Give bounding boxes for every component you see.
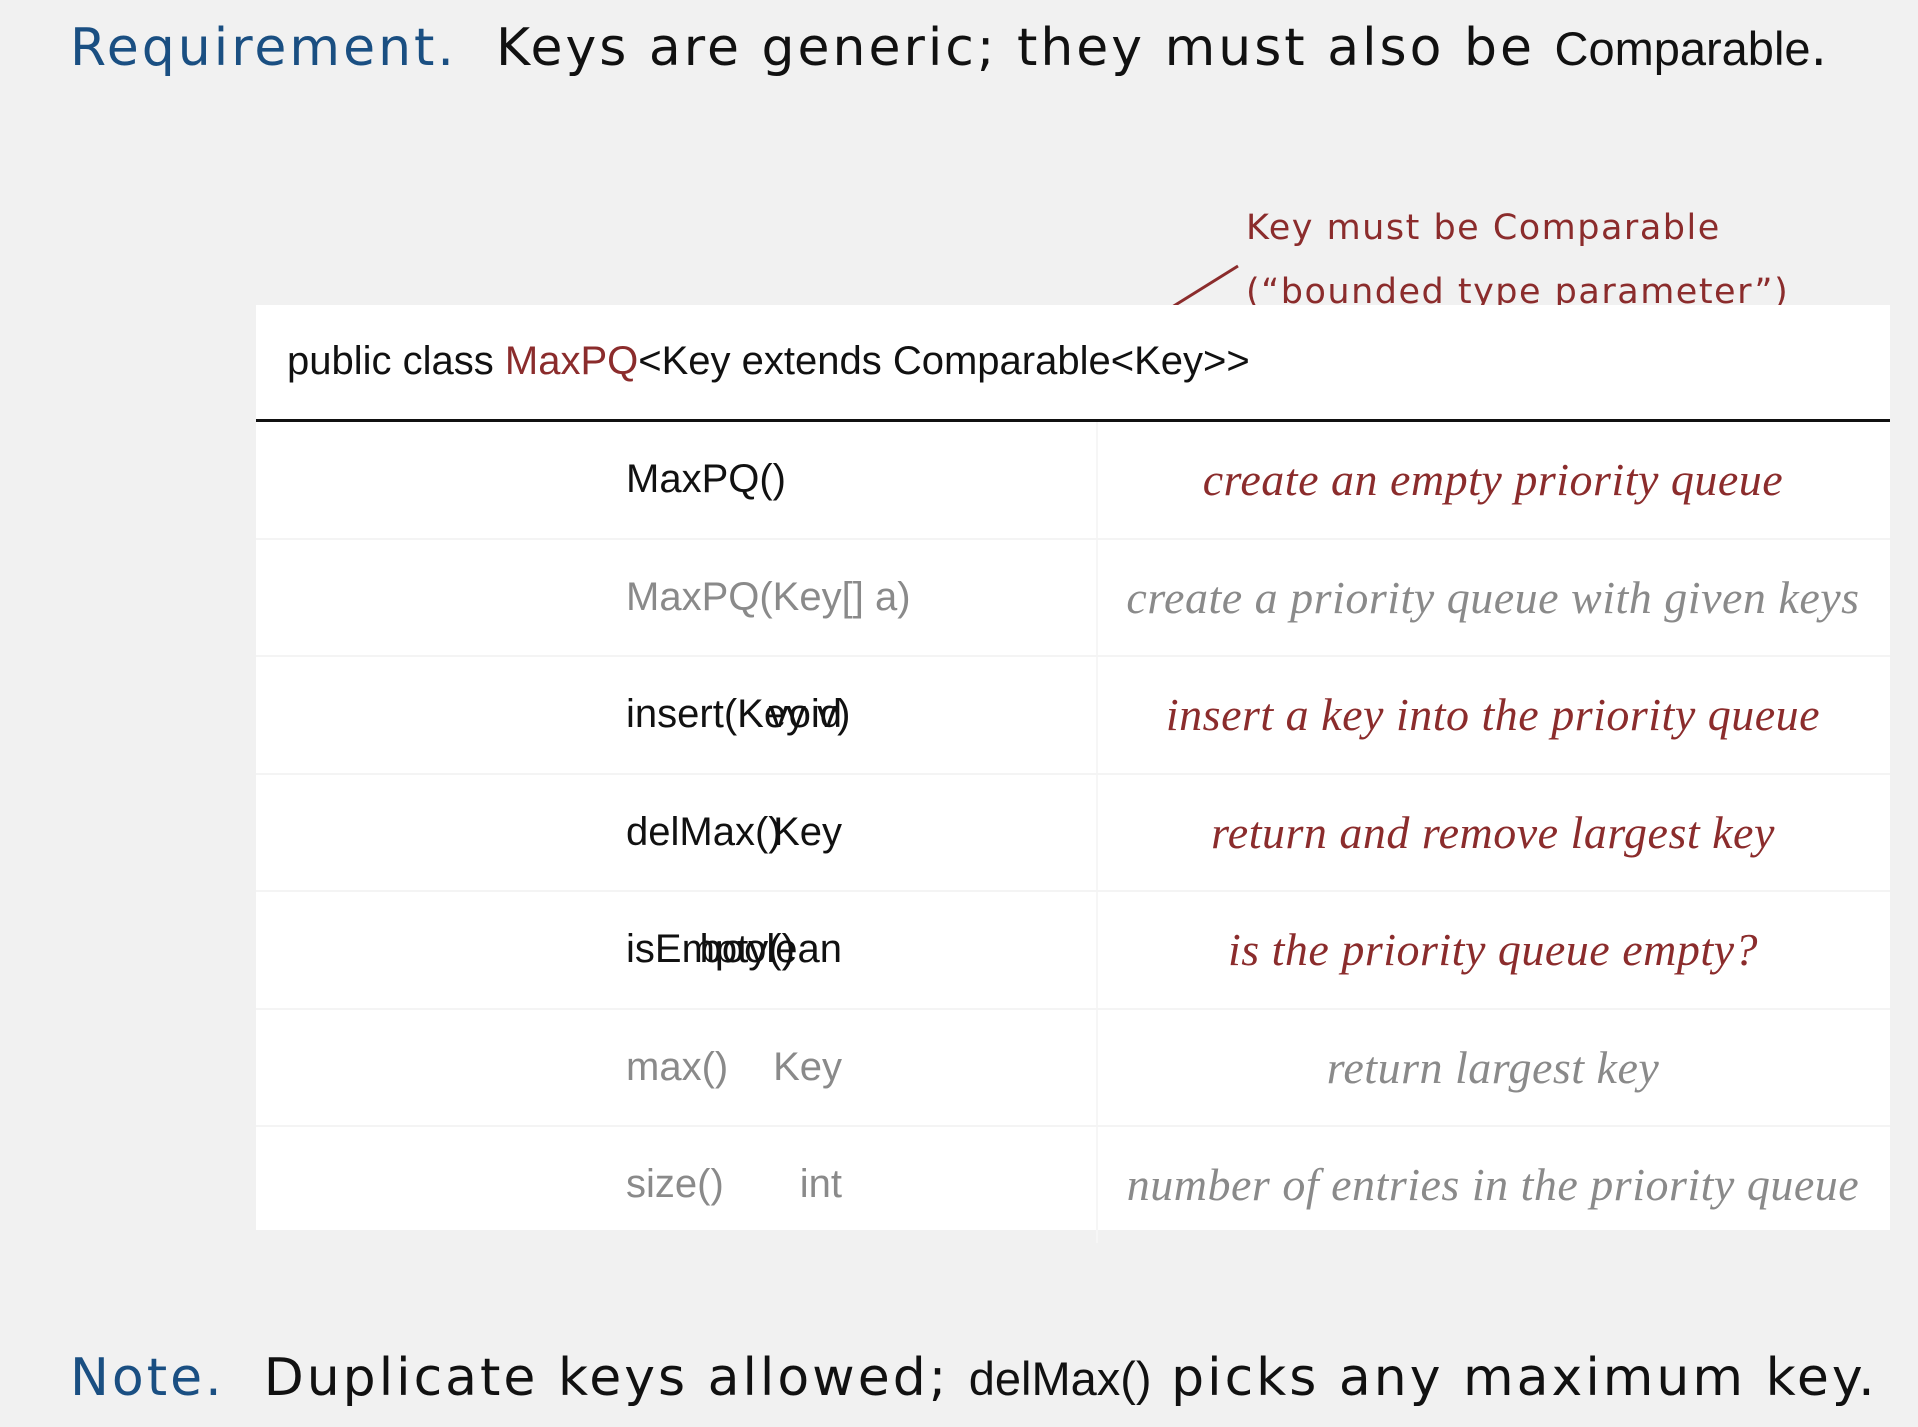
method-signature: max(): [626, 1044, 729, 1089]
api-row: boolean isEmpty() is the priority queue em…: [256, 892, 1890, 1010]
return-type: Key: [773, 809, 842, 854]
method-signature: insert(Key v): [626, 692, 851, 736]
method-description: return and remove largest key: [1211, 806, 1775, 858]
api-rows: MaxPQ() create an empty priority queue Max…: [256, 422, 1890, 1243]
class-name: MaxPQ: [504, 339, 639, 383]
api-row: MaxPQ() create an empty priority queue: [256, 422, 1890, 540]
api-row: Key max() return largest key: [256, 1009, 1890, 1127]
method-signature: MaxPQ(): [626, 457, 786, 501]
method-signature: isEmpty(): [626, 927, 795, 971]
signature-suffix: <Key extends Comparable<Key>>: [638, 339, 1250, 383]
note-line: Note. Duplicate keys allowed; delMax() p…: [70, 1348, 1878, 1408]
method-signature: delMax(): [626, 809, 782, 854]
return-type: Key: [773, 1044, 842, 1089]
api-header: public class MaxPQ<Key extends Comparabl…: [256, 305, 1890, 422]
method-description: insert a key into the priority queue: [1165, 689, 1821, 740]
note-label: Note.: [70, 1348, 225, 1408]
api-row: int size() number of entries in the priori…: [256, 1127, 1890, 1243]
api-row: MaxPQ(Key[] a) create a priority queue wi…: [256, 539, 1890, 657]
api-table: public class MaxPQ<Key extends Comparabl…: [256, 305, 1890, 1243]
note-text-1: Duplicate keys allowed;: [263, 1348, 950, 1408]
method-signature: size(): [626, 1162, 724, 1206]
method-description: is the priority queue empty?: [1227, 924, 1759, 975]
api-signature: public class MaxPQ<Key extends Comparabl…: [287, 339, 1250, 384]
method-description: number of entries in the priority queue: [1126, 1159, 1860, 1210]
return-type: int: [799, 1162, 842, 1206]
note-code: delMax(): [968, 1352, 1152, 1405]
method-description: create a priority queue with given keys: [1126, 571, 1860, 623]
note-text-2: picks any maximum key.: [1171, 1348, 1878, 1408]
method-description: return largest key: [1326, 1041, 1660, 1093]
signature-prefix: public class: [287, 339, 505, 383]
method-signature: MaxPQ(Key[] a): [626, 574, 911, 619]
api-row: void insert(Key v) insert a key into the p…: [256, 657, 1890, 775]
api-row: Key delMax() return and remove largest key: [256, 774, 1890, 892]
method-description: create an empty priority queue: [1202, 454, 1784, 505]
